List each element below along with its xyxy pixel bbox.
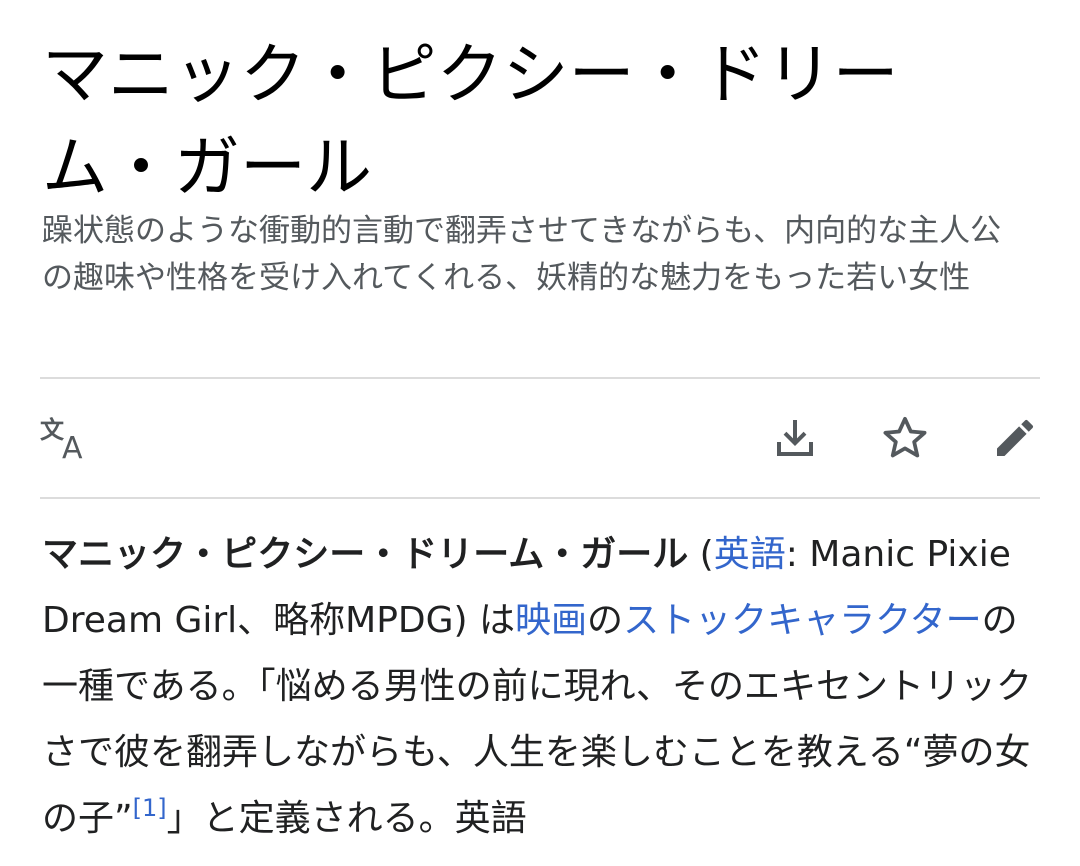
svg-text:A: A bbox=[62, 431, 83, 462]
download-icon bbox=[777, 420, 813, 456]
stock-character-link[interactable]: ストックキャラクター bbox=[623, 600, 982, 641]
paren-open-text: ( bbox=[688, 534, 714, 575]
download-button[interactable] bbox=[765, 410, 825, 466]
translate-icon: 文 A bbox=[40, 416, 83, 462]
article-term: マニック・ピクシー・ドリーム・ガール bbox=[42, 534, 689, 575]
closing-text: 」と定義される。英語 bbox=[166, 798, 527, 839]
divider bbox=[40, 497, 1040, 499]
page-actions-toolbar: 文 A bbox=[40, 380, 1040, 496]
edit-button[interactable] bbox=[985, 410, 1045, 466]
english-link[interactable]: 英語 bbox=[714, 534, 786, 575]
film-link[interactable]: 映画 bbox=[515, 600, 587, 641]
particle-text: の bbox=[587, 600, 624, 641]
page-title: マニック・ピクシー・ドリーム・ガール bbox=[42, 36, 899, 206]
star-icon bbox=[883, 416, 927, 458]
citation-link[interactable]: [1] bbox=[133, 794, 167, 822]
watch-star-button[interactable] bbox=[875, 410, 935, 466]
language-button[interactable]: 文 A bbox=[36, 410, 96, 466]
divider bbox=[40, 377, 1040, 379]
pencil-icon bbox=[997, 420, 1033, 456]
article-page: マニック・ピクシー・ドリーム・ガール 躁状態のような衝動的言動で翻弄させてきなが… bbox=[0, 0, 1080, 866]
article-intro-paragraph: マニック・ピクシー・ドリーム・ガール (英語: Manic Pixie Drea… bbox=[42, 522, 1042, 852]
page-description: 躁状態のような衝動的言動で翻弄させてきながらも、内向的な主人公の趣味や性格を受け… bbox=[42, 213, 1002, 296]
